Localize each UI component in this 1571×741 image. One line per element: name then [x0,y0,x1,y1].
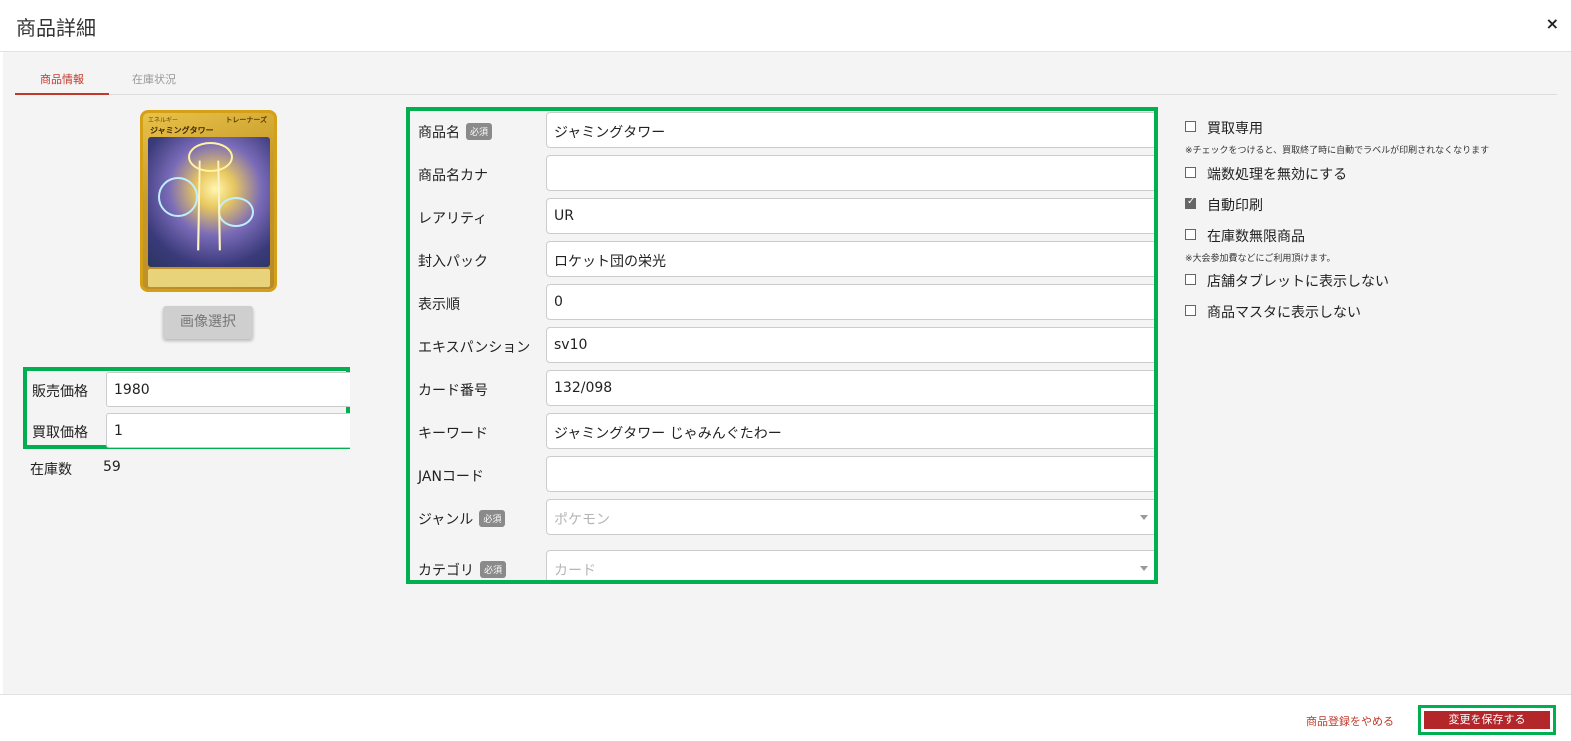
product-card-image: エネルギー トレーナーズ ジャミングタワー [140,110,277,292]
checkbox-icon[interactable] [1185,229,1196,240]
card-subtype: エネルギー [148,117,179,124]
price-section: 販売価格 1980 買取価格 1 [23,367,350,449]
form-row-rarity: レアリティ UR [410,198,1154,236]
form-row-expansion: エキスパンション sv10 [410,327,1154,365]
jan-label: JANコード [418,469,484,485]
pack-label: 封入パック [418,254,488,270]
buy-only-note: ※チェックをつけると、買取終了時に自動でラベルが印刷されなくなります [1185,146,1490,156]
keyword-label: キーワード [418,426,488,442]
unlimited-note: ※大会参加費などにご利用頂けます。 [1185,254,1336,264]
card-type-label: トレーナーズ [225,116,267,124]
tab-stock-status[interactable]: 在庫状況 [109,70,199,95]
form-row-kana: 商品名カナ [410,155,1154,193]
pack-input[interactable]: ロケット団の栄光 [546,241,1154,277]
cancel-registration-link[interactable]: 商品登録をやめる [1306,713,1394,729]
required-badge: 必須 [479,510,506,527]
save-button-highlight: 変更を保存する [1418,705,1556,735]
form-row-genre: ジャンル 必須 ポケモン [410,499,1154,537]
rarity-input[interactable]: UR [546,198,1154,234]
close-icon[interactable]: × [1546,14,1559,33]
buy-price-label: 買取価格 [32,425,88,441]
modal-body: 商品情報 在庫状況 エネルギー トレーナーズ ジャミングタワー 画像選択 販売価… [3,52,1571,694]
sell-price-row: 販売価格 1980 [27,371,350,408]
form-row-name: 商品名 必須 ジャミングタワー [410,112,1154,150]
tab-bar: 商品情報 在庫状況 [15,70,1557,95]
expansion-input[interactable]: sv10 [546,327,1154,363]
genre-select[interactable]: ポケモン [546,499,1154,535]
page-title: 商品詳細 [16,16,96,40]
form-row-pack: 封入パック ロケット団の栄光 [410,241,1154,279]
required-badge: 必須 [480,561,507,578]
chevron-down-icon [1140,515,1148,520]
name-label: 商品名 [418,125,460,141]
category-placeholder: カード [554,563,596,579]
order-label: 表示順 [418,297,460,313]
modal-footer: 商品登録をやめる 変更を保存する [0,694,1571,741]
product-kana-input[interactable] [546,155,1154,191]
kana-label: 商品名カナ [418,168,488,184]
form-row-order: 表示順 0 [410,284,1154,322]
card-artwork [148,137,270,267]
product-form: 商品名 必須 ジャミングタワー 商品名カナ レアリティ UR 封入パック ロケット… [406,107,1158,584]
category-label: カテゴリ [418,563,474,579]
display-order-input[interactable]: 0 [546,284,1154,320]
rarity-label: レアリティ [418,211,488,227]
expansion-label: エキスパンション [418,340,531,356]
save-changes-button[interactable]: 変更を保存する [1424,711,1550,729]
card-name: ジャミングタワー [150,126,214,135]
form-row-card-number: カード番号 132/098 [410,370,1154,408]
stock-label: 在庫数 [30,462,72,478]
checkbox-checked-icon[interactable] [1185,196,1196,209]
card-number-input[interactable]: 132/098 [546,370,1154,406]
genre-placeholder: ポケモン [554,512,610,528]
jan-code-input[interactable] [546,456,1154,492]
required-badge: 必須 [466,123,493,140]
checkbox-icon[interactable] [1185,305,1196,316]
tab-product-info[interactable]: 商品情報 [15,70,109,95]
sell-price-label: 販売価格 [32,384,88,400]
checkbox-icon[interactable] [1185,167,1196,178]
checkbox-icon[interactable] [1185,274,1196,285]
sell-price-input[interactable]: 1980 [106,372,350,407]
genre-label: ジャンル [418,512,474,528]
chevron-down-icon [1140,566,1148,571]
product-name-input[interactable]: ジャミングタワー [546,112,1154,148]
select-image-button[interactable]: 画像選択 [163,306,253,339]
buy-price-row: 買取価格 1 [27,412,350,449]
form-row-category: カテゴリ 必須 カード [410,550,1154,580]
card-text-box [148,269,270,287]
category-select[interactable]: カード [546,550,1154,580]
buy-price-input[interactable]: 1 [106,413,350,448]
stock-value: 59 [103,459,121,475]
modal-header: 商品詳細 × [0,0,1571,52]
checkbox-icon[interactable] [1185,121,1196,132]
stock-count: 在庫数 59 [30,459,121,479]
card-number-label: カード番号 [418,383,488,399]
form-row-jan: JANコード [410,456,1154,494]
form-row-keyword: キーワード ジャミングタワー じゃみんぐたわー [410,413,1154,451]
keyword-input[interactable]: ジャミングタワー じゃみんぐたわー [546,413,1154,449]
